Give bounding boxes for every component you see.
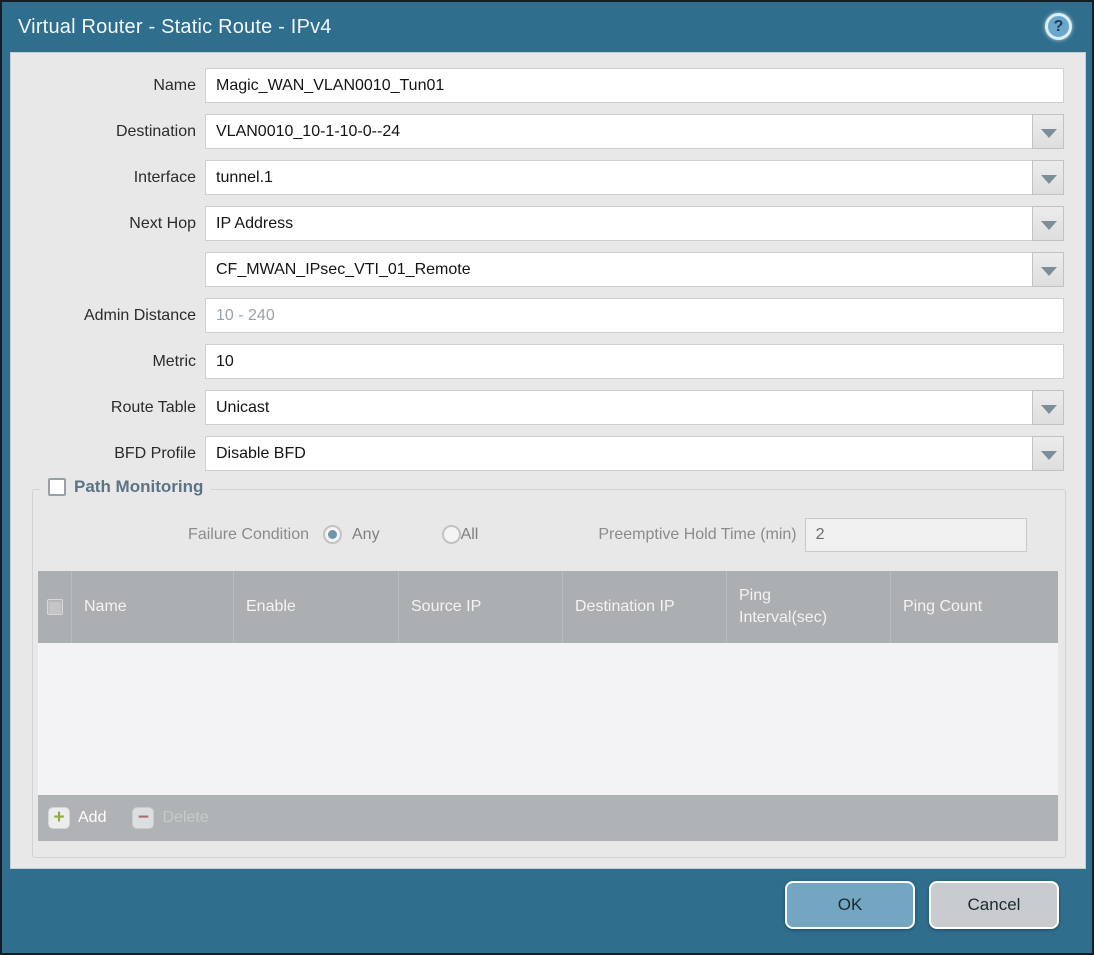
- path-monitoring-section: Path Monitoring Failure Condition Any Al…: [32, 477, 1066, 858]
- next-hop-address-dropdown-button[interactable]: [1032, 252, 1064, 287]
- path-monitoring-table: Name Enable Source IP Destination IP Pin…: [38, 571, 1058, 841]
- column-header-destination-ip: Destination IP: [563, 571, 727, 643]
- table-footer: + Add − Delete: [38, 795, 1058, 841]
- destination-input[interactable]: [205, 114, 1064, 149]
- preemptive-hold-time-label: Preemptive Hold Time (min): [598, 525, 797, 543]
- form-row-next-hop: Next Hop: [11, 206, 1085, 241]
- admin-distance-label: Admin Distance: [83, 306, 196, 324]
- next-hop-label: Next Hop: [129, 214, 196, 232]
- route-table-input[interactable]: [205, 390, 1064, 425]
- plus-icon: +: [48, 807, 70, 829]
- select-all-checkbox-cell[interactable]: [38, 571, 72, 643]
- interface-input[interactable]: [205, 160, 1064, 195]
- failure-condition-row: Failure Condition Any All Preemptive Hol…: [33, 517, 1065, 552]
- delete-button[interactable]: − Delete: [132, 807, 209, 829]
- chevron-down-icon: [1041, 129, 1057, 138]
- add-button-label: Add: [78, 809, 107, 826]
- route-table-label: Route Table: [110, 398, 196, 416]
- interface-dropdown-button[interactable]: [1032, 160, 1064, 195]
- bfd-profile-input[interactable]: [205, 436, 1064, 471]
- admin-distance-input[interactable]: [205, 298, 1064, 333]
- bfd-profile-label: BFD Profile: [114, 444, 196, 462]
- path-monitoring-legend: Path Monitoring: [40, 477, 212, 497]
- form-row-interface: Interface: [11, 160, 1085, 195]
- delete-button-label: Delete: [162, 809, 209, 826]
- dialog-title: Virtual Router - Static Route - IPv4: [18, 16, 332, 38]
- form-row-destination: Destination: [11, 114, 1085, 149]
- table-header: Name Enable Source IP Destination IP Pin…: [38, 571, 1058, 643]
- minus-icon: −: [132, 807, 155, 829]
- table-body-empty: [38, 643, 1058, 795]
- metric-label: Metric: [152, 352, 196, 370]
- preemptive-hold-time-input[interactable]: [804, 517, 1027, 552]
- chevron-down-icon: [1041, 267, 1057, 276]
- column-header-enable: Enable: [234, 571, 399, 643]
- select-all-checkbox[interactable]: [46, 599, 63, 615]
- next-hop-type-dropdown-button[interactable]: [1032, 206, 1064, 241]
- path-monitoring-title: Path Monitoring: [74, 477, 204, 496]
- failure-condition-label: Failure Condition: [188, 525, 309, 543]
- route-table-dropdown-button[interactable]: [1032, 390, 1064, 425]
- form-row-next-hop-address: [11, 252, 1085, 287]
- column-header-name: Name: [72, 571, 234, 643]
- column-header-source-ip: Source IP: [399, 571, 563, 643]
- chevron-down-icon: [1041, 451, 1057, 460]
- failure-condition-any-radio[interactable]: [323, 525, 342, 544]
- chevron-down-icon: [1041, 175, 1057, 184]
- all-radio-label: All: [460, 525, 479, 543]
- ok-button[interactable]: OK: [785, 881, 915, 929]
- path-monitoring-checkbox[interactable]: [48, 478, 66, 496]
- chevron-down-icon: [1041, 405, 1057, 414]
- any-radio-label: Any: [352, 525, 380, 543]
- dialog-button-bar: OK Cancel: [785, 881, 1059, 929]
- title-bar: Virtual Router - Static Route - IPv4 ?: [2, 2, 1092, 52]
- name-input[interactable]: [205, 68, 1064, 103]
- destination-dropdown-button[interactable]: [1032, 114, 1064, 149]
- cancel-button[interactable]: Cancel: [929, 881, 1059, 929]
- next-hop-type-input[interactable]: [205, 206, 1064, 241]
- form-row-bfd-profile: BFD Profile: [11, 436, 1085, 471]
- form-row-route-table: Route Table: [11, 390, 1085, 425]
- failure-condition-all-radio[interactable]: [441, 525, 461, 544]
- dialog-content: Name Destination Interface: [10, 52, 1086, 869]
- static-route-form: Name Destination Interface: [11, 53, 1085, 471]
- static-route-dialog: Virtual Router - Static Route - IPv4 ? N…: [0, 0, 1094, 955]
- metric-input[interactable]: [205, 344, 1064, 379]
- form-row-metric: Metric: [11, 344, 1085, 379]
- form-row-admin-distance: Admin Distance: [11, 298, 1085, 333]
- bfd-profile-dropdown-button[interactable]: [1032, 436, 1064, 471]
- add-button[interactable]: + Add: [48, 807, 106, 829]
- column-header-ping-count: Ping Count: [903, 598, 983, 615]
- column-header-ping-interval: Ping Interval(sec): [727, 571, 891, 643]
- name-label: Name: [153, 76, 196, 94]
- help-icon[interactable]: ?: [1045, 13, 1072, 40]
- interface-label: Interface: [133, 168, 196, 186]
- form-row-name: Name: [11, 68, 1085, 103]
- chevron-down-icon: [1041, 221, 1057, 230]
- destination-label: Destination: [115, 122, 196, 140]
- next-hop-address-input[interactable]: [205, 252, 1064, 287]
